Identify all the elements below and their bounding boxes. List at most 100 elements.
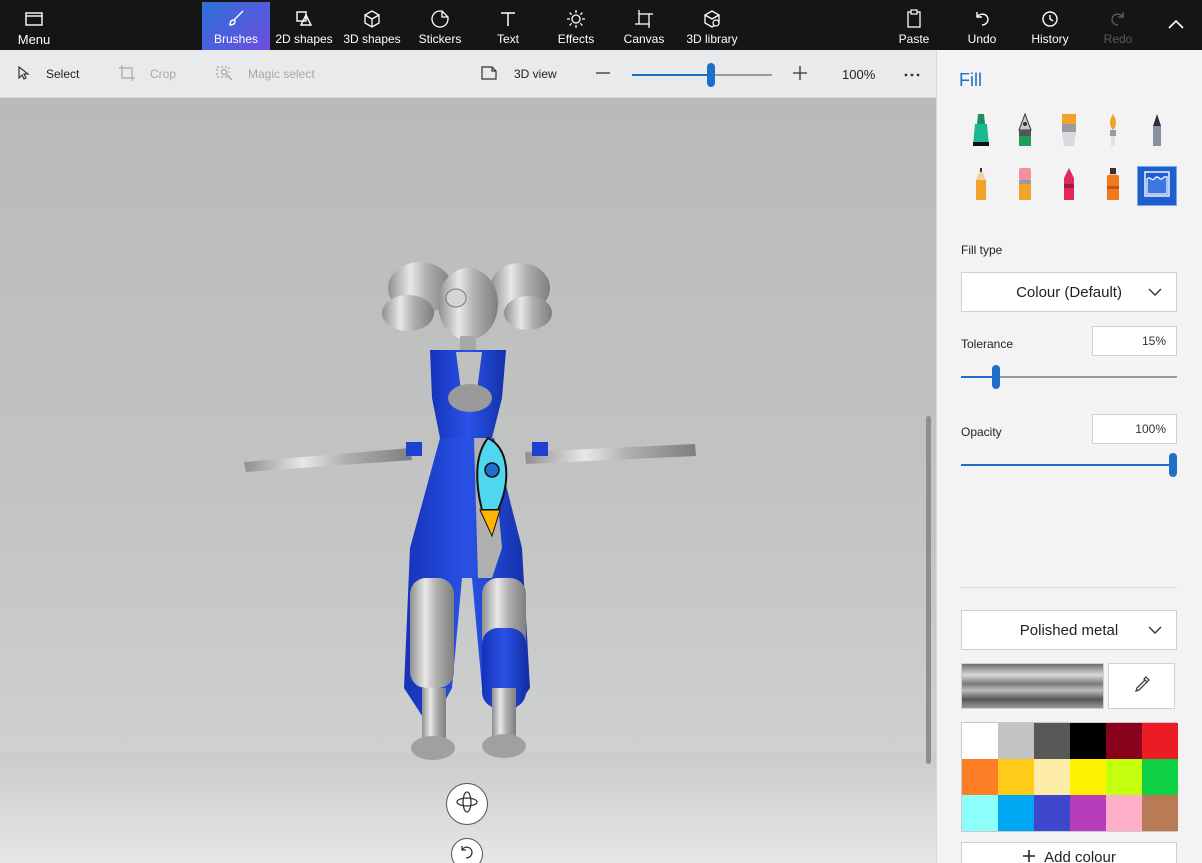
colour-swatch[interactable]: [1142, 759, 1178, 795]
3d-view-toggle[interactable]: 3D view: [480, 50, 557, 98]
pixel-pen-brush[interactable]: [1137, 112, 1177, 152]
library-cube-icon: [701, 8, 723, 30]
rotate-icon: [458, 843, 476, 863]
crop-tool[interactable]: Crop: [118, 50, 176, 98]
opacity-slider-thumb[interactable]: [1169, 453, 1177, 477]
watercolour-brush-icon: [1101, 112, 1125, 153]
orbit-rotate-icon: [455, 790, 479, 819]
rotate-3d-button[interactable]: [446, 783, 488, 825]
more-icon: [903, 65, 921, 83]
magic-select-icon: [216, 64, 234, 85]
text-icon: [497, 8, 519, 30]
stickers-tab[interactable]: Stickers: [412, 2, 468, 50]
zoom-out-button[interactable]: [594, 50, 612, 98]
calligraphy-pen-brush[interactable]: [1005, 112, 1045, 152]
effects-tab[interactable]: Effects: [552, 2, 600, 50]
sun-icon: [565, 8, 587, 30]
tolerance-label: Tolerance: [961, 337, 1014, 351]
colour-swatch[interactable]: [1070, 723, 1106, 759]
history-button[interactable]: History: [1026, 2, 1074, 50]
magic-select-tool[interactable]: Magic select: [216, 50, 315, 98]
oil-brush[interactable]: [1049, 112, 1089, 152]
colour-swatch[interactable]: [998, 759, 1034, 795]
brush-icon: [225, 8, 247, 30]
current-material-preview[interactable]: [961, 663, 1104, 709]
select-tool[interactable]: Select: [16, 50, 79, 98]
material-dropdown[interactable]: Polished metal: [961, 610, 1177, 650]
colour-swatch[interactable]: [1070, 795, 1106, 831]
opacity-input[interactable]: 100%: [1092, 414, 1177, 444]
colour-swatch[interactable]: [1106, 795, 1142, 831]
pencil-brush[interactable]: [961, 166, 1001, 206]
chevron-down-icon: [1148, 285, 1162, 303]
colour-swatch[interactable]: [1070, 759, 1106, 795]
canvas-tab[interactable]: Canvas: [620, 2, 668, 50]
colour-swatch[interactable]: [1106, 723, 1142, 759]
3d-view-icon: [480, 64, 498, 85]
more-options-button[interactable]: [903, 50, 921, 98]
colour-swatch[interactable]: [962, 759, 998, 795]
2d-shapes-tab[interactable]: 2D shapes: [272, 2, 336, 50]
watercolour-brush[interactable]: [1093, 112, 1133, 152]
oil-brush-icon: [1057, 112, 1081, 153]
collapse-ribbon-button[interactable]: [1160, 2, 1192, 50]
text-tab[interactable]: Text: [486, 2, 530, 50]
cursor-icon: [16, 65, 32, 84]
zoom-slider-thumb[interactable]: [707, 63, 715, 87]
fill-type-dropdown[interactable]: Colour (Default): [961, 272, 1177, 312]
marker-icon: [969, 112, 993, 153]
tolerance-slider-fill: [961, 376, 996, 378]
toolbar: Select Crop Magic select 3D view 100%: [0, 50, 936, 98]
panel-title: Fill: [959, 70, 982, 90]
fill-type-label: Fill type: [961, 243, 1003, 257]
colour-swatch[interactable]: [998, 795, 1034, 831]
crop-icon: [118, 64, 136, 85]
marker-brush[interactable]: [961, 112, 1001, 152]
colour-swatch[interactable]: [998, 723, 1034, 759]
eyedropper-button[interactable]: [1108, 663, 1175, 709]
opacity-label: Opacity: [961, 425, 1002, 439]
cube-icon: [361, 8, 383, 30]
colour-swatch[interactable]: [1106, 759, 1142, 795]
pixel-pen-icon: [1145, 112, 1169, 153]
chevron-up-icon: [1168, 18, 1184, 32]
history-icon: [1039, 8, 1061, 30]
tolerance-slider-thumb[interactable]: [992, 365, 1000, 389]
redo-icon: [1107, 8, 1129, 30]
spray-can-brush[interactable]: [1093, 166, 1133, 206]
pen-nib-icon: [1013, 112, 1037, 153]
colour-swatch[interactable]: [1034, 795, 1070, 831]
zoom-in-button[interactable]: [791, 50, 809, 98]
add-colour-button[interactable]: Add colour: [961, 842, 1177, 863]
colour-swatch[interactable]: [1034, 759, 1070, 795]
colour-swatch[interactable]: [1034, 723, 1070, 759]
rotate-z-button[interactable]: [451, 838, 483, 863]
colour-swatch[interactable]: [962, 723, 998, 759]
eraser-brush[interactable]: [1005, 166, 1045, 206]
zoom-level: 100%: [842, 66, 876, 82]
undo-button[interactable]: Undo: [962, 2, 1002, 50]
3d-library-tab[interactable]: 3D library: [684, 2, 740, 50]
menu-button[interactable]: Menu: [10, 2, 58, 50]
tolerance-input[interactable]: 15%: [1092, 326, 1177, 356]
folder-icon: [23, 8, 45, 30]
3d-shapes-tab[interactable]: 3D shapes: [340, 2, 404, 50]
opacity-slider[interactable]: [961, 453, 1177, 477]
colour-swatch[interactable]: [1142, 795, 1178, 831]
colour-swatch[interactable]: [1142, 723, 1178, 759]
colour-swatch[interactable]: [962, 795, 998, 831]
redo-button[interactable]: Redo: [1098, 2, 1138, 50]
3d-model-character[interactable]: [230, 248, 710, 768]
canvas-vertical-scrollbar[interactable]: [926, 416, 931, 764]
brushes-tab[interactable]: Brushes: [202, 2, 270, 50]
paste-button[interactable]: Paste: [894, 2, 934, 50]
plus-icon: [791, 64, 809, 85]
fill-panel: Fill Fill type Colour (Default) Toleranc…: [936, 50, 1202, 863]
tolerance-slider[interactable]: [961, 365, 1177, 389]
zoom-slider[interactable]: [632, 63, 772, 87]
3d-canvas[interactable]: [0, 98, 936, 863]
clipboard-icon: [903, 8, 925, 30]
crayon-brush[interactable]: [1049, 166, 1089, 206]
fill-brush[interactable]: [1137, 166, 1177, 206]
pencil-icon: [969, 166, 993, 207]
